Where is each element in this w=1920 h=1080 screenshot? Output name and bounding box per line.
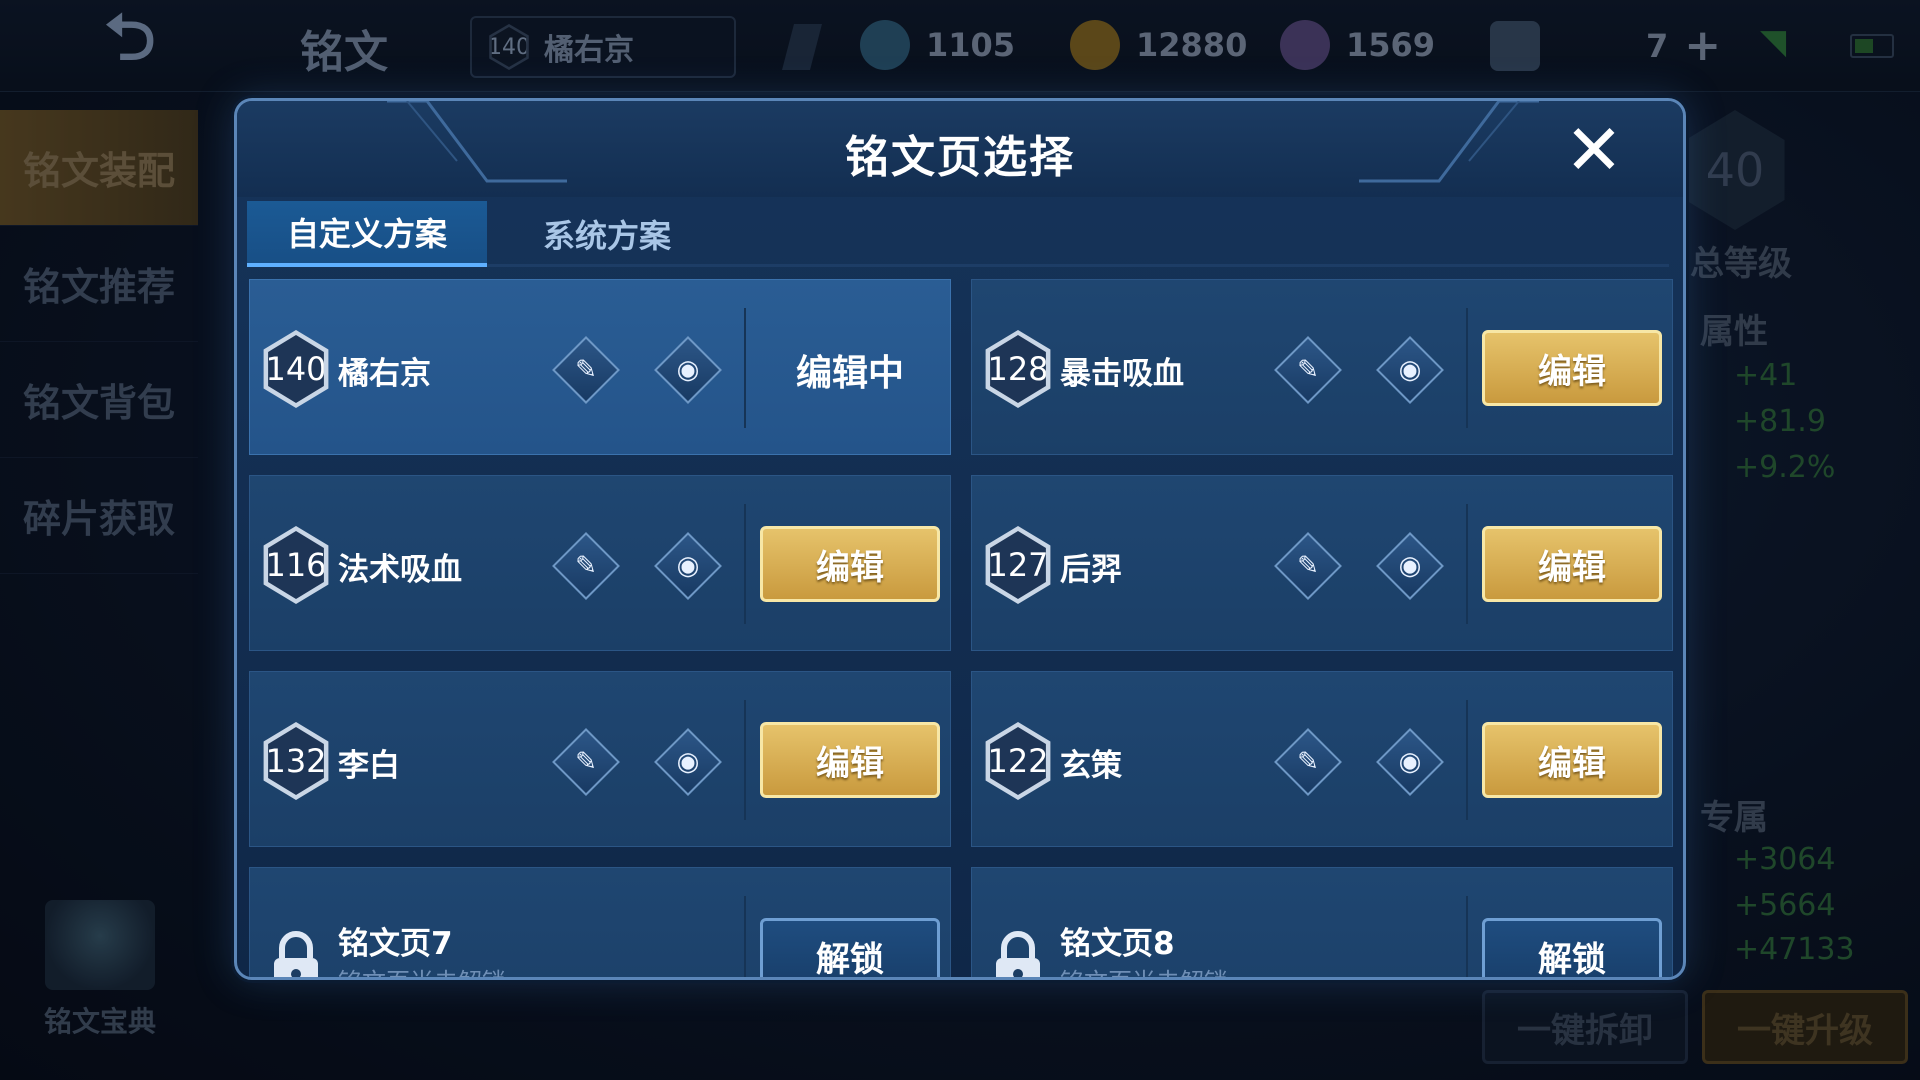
card-divider [1466, 308, 1468, 428]
page-level: 127 [990, 531, 1046, 599]
tab-system-scheme[interactable]: 系统方案 [487, 201, 727, 267]
page-level: 140 [268, 335, 324, 403]
lock-icon [996, 931, 1040, 977]
page-level: 122 [990, 727, 1046, 795]
edit-button[interactable]: 编辑 [760, 526, 940, 602]
scheme-tabs: 自定义方案 系统方案 [247, 201, 1669, 267]
page-level-hex: 140 [263, 330, 329, 408]
edit-button[interactable]: 编辑 [1482, 722, 1662, 798]
page-level: 132 [268, 727, 324, 795]
pencil-icon: ✎ [1297, 747, 1319, 777]
locked-page-hint: 铭文页尚未解锁 [1060, 962, 1228, 977]
page-level-hex: 128 [985, 330, 1051, 408]
card-divider [1466, 700, 1468, 820]
pencil-icon: ✎ [1297, 551, 1319, 581]
page-level-hex: 132 [263, 722, 329, 800]
eye-icon: ◉ [676, 747, 700, 777]
eye-icon: ◉ [1398, 747, 1422, 777]
page-level-hex: 127 [985, 526, 1051, 604]
eye-icon: ◉ [1398, 355, 1422, 385]
unlock-button[interactable]: 解锁 [760, 918, 940, 977]
edit-button[interactable]: 编辑 [760, 722, 940, 798]
eye-icon: ◉ [676, 355, 700, 385]
rename-button[interactable]: ✎ [1274, 532, 1342, 600]
preview-button[interactable]: ◉ [654, 728, 722, 796]
locked-page-hint: 铭文页尚未解锁 [338, 962, 506, 977]
locked-rune-page-card[interactable]: 铭文页7 铭文页尚未解锁 解锁 [249, 867, 951, 977]
page-level: 128 [990, 335, 1046, 403]
tab-custom-scheme[interactable]: 自定义方案 [247, 201, 487, 267]
card-divider [744, 308, 746, 428]
rune-page-select-dialog: 铭文页选择 ✕ 自定义方案 系统方案 140 橘右京 ✎ ◉ 编辑中 128 暴… [234, 98, 1686, 980]
pencil-icon: ✎ [1297, 355, 1319, 385]
close-icon[interactable]: ✕ [1563, 115, 1625, 185]
rune-page-card[interactable]: 128 暴击吸血 ✎ ◉ 编辑 [971, 279, 1673, 455]
unlock-button[interactable]: 解锁 [1482, 918, 1662, 977]
locked-page-name: 铭文页8 [1060, 926, 1175, 962]
page-level-hex: 116 [263, 526, 329, 604]
page-name: 玄策 [1060, 748, 1122, 784]
preview-button[interactable]: ◉ [1376, 532, 1444, 600]
edit-button[interactable]: 编辑 [1482, 526, 1662, 602]
page-name: 橘右京 [338, 356, 431, 392]
pencil-icon: ✎ [575, 551, 597, 581]
page-level: 116 [268, 531, 324, 599]
rename-button[interactable]: ✎ [552, 532, 620, 600]
preview-button[interactable]: ◉ [1376, 728, 1444, 796]
lock-icon [274, 931, 318, 977]
page-name: 后羿 [1060, 552, 1122, 588]
editing-status: 编辑中 [795, 353, 904, 394]
rune-page-card[interactable]: 122 玄策 ✎ ◉ 编辑 [971, 671, 1673, 847]
preview-button[interactable]: ◉ [654, 532, 722, 600]
preview-button[interactable]: ◉ [1376, 336, 1444, 404]
eye-icon: ◉ [1398, 551, 1422, 581]
eye-icon: ◉ [676, 551, 700, 581]
rune-page-card[interactable]: 140 橘右京 ✎ ◉ 编辑中 [249, 279, 951, 455]
card-divider [744, 504, 746, 624]
rune-page-card[interactable]: 116 法术吸血 ✎ ◉ 编辑 [249, 475, 951, 651]
page-name: 暴击吸血 [1060, 356, 1184, 392]
card-divider [744, 700, 746, 820]
locked-rune-page-card[interactable]: 铭文页8 铭文页尚未解锁 解锁 [971, 867, 1673, 977]
page-name: 法术吸血 [338, 552, 462, 588]
rename-button[interactable]: ✎ [552, 336, 620, 404]
page-level-hex: 122 [985, 722, 1051, 800]
locked-page-name: 铭文页7 [338, 926, 453, 962]
rune-page-card[interactable]: 127 后羿 ✎ ◉ 编辑 [971, 475, 1673, 651]
pencil-icon: ✎ [575, 747, 597, 777]
rename-button[interactable]: ✎ [1274, 336, 1342, 404]
preview-button[interactable]: ◉ [654, 336, 722, 404]
card-divider [1466, 504, 1468, 624]
edit-button[interactable]: 编辑 [1482, 330, 1662, 406]
card-divider [744, 896, 746, 977]
dialog-title: 铭文页选择 [845, 132, 1075, 183]
card-divider [1466, 896, 1468, 977]
dialog-header: 铭文页选择 ✕ [237, 101, 1683, 197]
game-screen: ⮌ 铭文 140 橘右京 1105 12880 1569 7 + ◥ 铭文装配 … [0, 0, 1920, 1080]
page-name: 李白 [338, 748, 400, 784]
rune-page-card[interactable]: 132 李白 ✎ ◉ 编辑 [249, 671, 951, 847]
pencil-icon: ✎ [575, 355, 597, 385]
rename-button[interactable]: ✎ [552, 728, 620, 796]
rename-button[interactable]: ✎ [1274, 728, 1342, 796]
